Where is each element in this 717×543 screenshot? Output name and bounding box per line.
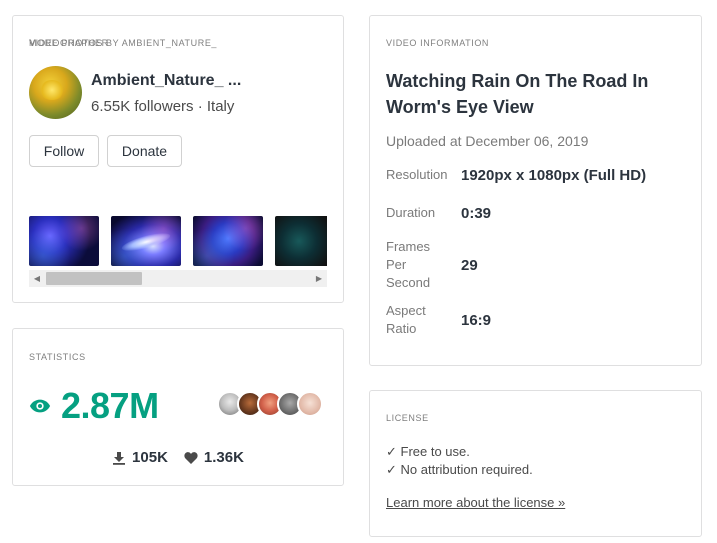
resolution-row: Resolution 1920px x 1080px (Full HD) <box>386 164 686 186</box>
photos-scrollbar[interactable]: ◀ ▶ <box>29 270 327 287</box>
scrollbar-thumb[interactable] <box>46 272 142 285</box>
downloads-stat: 105K <box>112 449 168 466</box>
likes-count: 1.36K <box>203 449 244 466</box>
downloads-count: 105K <box>132 449 168 466</box>
views-count: 2.87M <box>29 385 159 427</box>
download-icon <box>113 451 126 465</box>
resolution-value: 1920px x 1080px (Full HD) <box>461 166 647 184</box>
nebula-thumbnail[interactable] <box>29 216 99 266</box>
license-learn-more-link[interactable]: Learn more about the license » <box>386 495 565 510</box>
follow-button[interactable]: Follow <box>29 135 99 167</box>
avatar[interactable] <box>297 391 323 417</box>
galaxy-thumbnail[interactable] <box>111 216 181 266</box>
space-thumbnail[interactable] <box>275 216 327 266</box>
duration-value: 0:39 <box>461 204 492 222</box>
license-section-label: LICENSE <box>386 413 429 423</box>
duration-row: Duration 0:39 <box>386 202 686 224</box>
more-photos-label: MORE PHOTOS BY AMBIENT_NATURE_ <box>29 38 218 48</box>
statistics-section-label: STATISTICS <box>29 352 86 362</box>
license-no-attribution: ✓ No attribution required. <box>386 462 533 477</box>
duration-label: Duration <box>386 205 436 220</box>
statistics-card: STATISTICS 2.87M 105K 1.36K <box>12 328 344 486</box>
videographer-avatar[interactable] <box>29 66 82 119</box>
scroll-left-icon[interactable]: ◀ <box>29 270 45 287</box>
donate-button[interactable]: Donate <box>107 135 182 167</box>
video-title: Watching Rain On The Road In Worm's Eye … <box>386 71 649 117</box>
views-number: 2.87M <box>61 385 159 426</box>
videographer-card: VIDEOGRAPHER Ambient_Nature_ ... 6.55K f… <box>12 15 344 303</box>
nebula-thumbnail[interactable] <box>193 216 263 266</box>
license-card: LICENSE ✓ Free to use. ✓ No attribution … <box>369 390 702 537</box>
license-free-to-use: ✓ Free to use. <box>386 444 470 459</box>
viewer-avatars <box>217 391 327 419</box>
aspect-ratio-label: Aspect Ratio <box>386 303 426 336</box>
aspect-ratio-row: Aspect Ratio 16:9 <box>386 302 686 338</box>
videographer-meta: 6.55K followers · Italy <box>91 98 235 115</box>
video-information-card: VIDEO INFORMATION Watching Rain On The R… <box>369 15 702 366</box>
fps-row: Frames Per Second 29 <box>386 238 686 292</box>
stat-row: 105K 1.36K <box>13 449 343 466</box>
heart-icon <box>184 451 198 464</box>
resolution-label: Resolution <box>386 167 448 182</box>
scroll-right-icon[interactable]: ▶ <box>311 270 327 287</box>
eye-icon <box>29 399 51 413</box>
video-info-section-label: VIDEO INFORMATION <box>386 38 490 48</box>
more-photos-strip <box>29 216 327 268</box>
videographer-name[interactable]: Ambient_Nature_ ... <box>91 72 241 90</box>
upload-date: Uploaded at December 06, 2019 <box>386 133 589 149</box>
likes-stat: 1.36K <box>184 449 244 466</box>
fps-value: 29 <box>461 256 478 274</box>
fps-label: Frames Per Second <box>386 239 431 290</box>
aspect-ratio-value: 16:9 <box>461 311 492 329</box>
